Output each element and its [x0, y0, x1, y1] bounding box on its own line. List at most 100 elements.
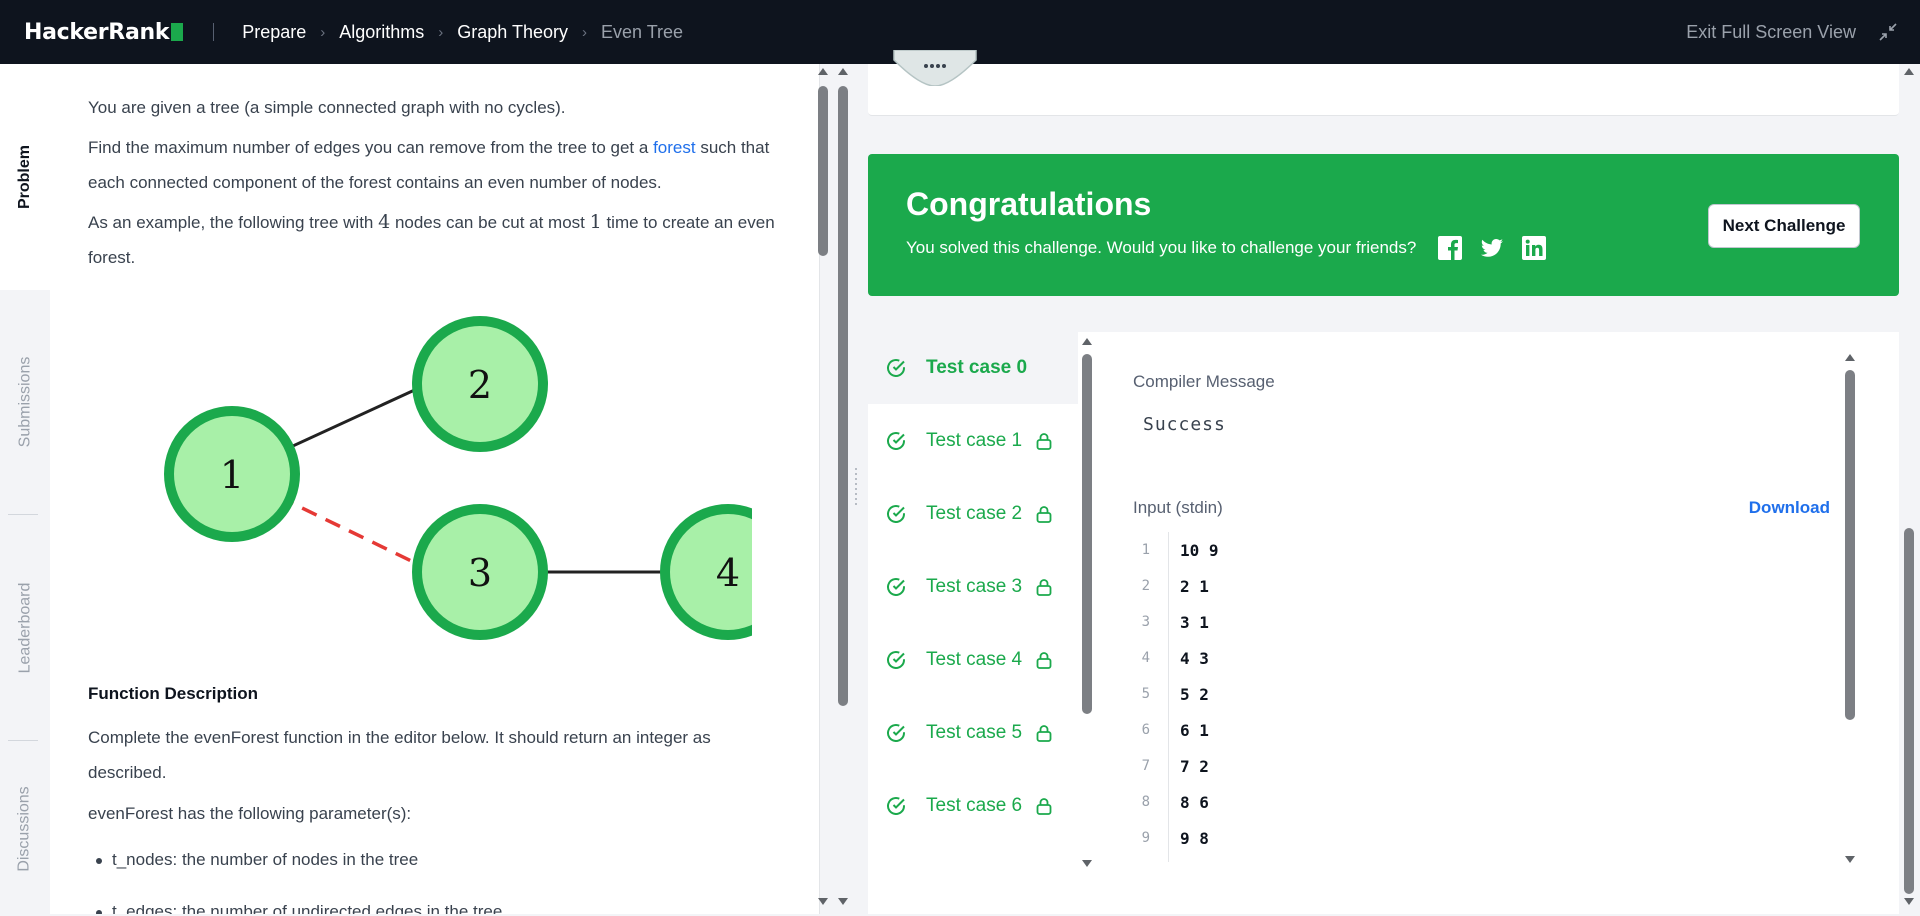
code-line: 9 9 8 [1130, 820, 1209, 856]
test-case-5[interactable]: Test case 5 [868, 697, 1078, 769]
check-circle-icon [887, 432, 905, 450]
code-line: 5 5 2 [1130, 676, 1209, 712]
scroll-thumb[interactable] [1904, 528, 1914, 894]
panel-resize-handle[interactable] [855, 468, 863, 508]
param-item: t_edges: the number of undirected edges … [95, 902, 502, 914]
badge-icon [893, 50, 977, 86]
scroll-down-arrow-icon[interactable] [818, 898, 828, 905]
test-output: Compiler Message Success Input (stdin) D… [1130, 332, 1860, 914]
vertical-tab-bar: Problem Submissions Leaderboard Discussi… [0, 64, 50, 916]
lock-icon [1036, 725, 1052, 742]
congratulations-subtitle: You solved this challenge. Would you lik… [906, 238, 1417, 257]
output-scrollbar[interactable] [1845, 354, 1855, 864]
line-number: 3 [1141, 614, 1150, 630]
example-tree-diagram: 1 2 3 4 [164, 316, 752, 640]
tree-node: 3 [412, 504, 548, 640]
line-content: 4 3 [1180, 648, 1209, 668]
check-circle-icon [887, 797, 905, 815]
scroll-down-arrow-icon[interactable] [1845, 856, 1855, 863]
scroll-up-arrow-icon[interactable] [1082, 338, 1092, 345]
exit-full-screen-link[interactable]: Exit Full Screen View [1686, 22, 1856, 43]
line-content: 2 1 [1180, 576, 1209, 596]
tab-submissions-label: Submissions [16, 356, 34, 448]
lock-icon [1036, 433, 1052, 450]
function-description-text: Complete the evenForest function in the … [88, 728, 711, 782]
chevron-right-icon: › [320, 23, 326, 41]
test-case-label: Test case 2 [926, 503, 1023, 524]
next-challenge-button[interactable]: Next Challenge [1708, 204, 1860, 248]
scroll-down-arrow-icon[interactable] [838, 898, 848, 905]
tree-node: 4 [660, 504, 752, 640]
download-link[interactable]: Download [1749, 498, 1830, 518]
scroll-thumb[interactable] [838, 86, 848, 706]
math-number: 4 [378, 211, 391, 233]
problem-scrollbar[interactable] [818, 68, 828, 908]
function-description-title: Function Description [88, 684, 258, 703]
tab-problem-label: Problem [16, 144, 34, 210]
page-scrollbar[interactable] [1904, 68, 1914, 908]
test-case-list: Test case 0 Test case 1 Test case 2 Test… [868, 332, 1078, 872]
lock-icon [1036, 506, 1052, 523]
test-case-label: Test case 3 [926, 576, 1023, 597]
test-case-6[interactable]: Test case 6 [868, 770, 1078, 842]
compiler-message: Success [1143, 414, 1226, 435]
code-line: 8 8 6 [1130, 784, 1209, 820]
test-case-3[interactable]: Test case 3 [868, 551, 1078, 623]
scroll-thumb[interactable] [1082, 354, 1092, 714]
line-content: 5 2 [1180, 684, 1209, 704]
line-number: 9 [1141, 830, 1150, 846]
breadcrumb-graph-theory[interactable]: Graph Theory [457, 22, 568, 43]
scroll-up-arrow-icon[interactable] [1845, 354, 1855, 361]
panel-scrollbar[interactable] [838, 68, 848, 908]
line-number: 7 [1141, 758, 1150, 774]
logo-block-icon [171, 23, 184, 41]
chevron-right-icon: › [438, 23, 444, 41]
code-gutter [1168, 532, 1169, 862]
test-case-0[interactable]: Test case 0 [868, 332, 1078, 404]
scroll-up-arrow-icon[interactable] [818, 68, 828, 75]
tab-submissions[interactable]: Submissions [0, 290, 50, 514]
scroll-down-arrow-icon[interactable] [1904, 898, 1914, 905]
test-case-label: Test case 6 [926, 795, 1023, 816]
problem-panel: You are given a tree (a simple connected… [50, 64, 820, 914]
tab-discussions-label: Discussions [16, 785, 34, 872]
check-circle-icon [887, 505, 905, 523]
linkedin-icon[interactable] [1522, 236, 1546, 260]
forest-link[interactable]: forest [653, 138, 696, 157]
scroll-down-arrow-icon[interactable] [1082, 860, 1092, 867]
line-content: 7 2 [1180, 756, 1209, 776]
line-content: 9 8 [1180, 828, 1209, 848]
problem-intro: You are given a tree (a simple connected… [88, 98, 566, 117]
tab-leaderboard[interactable]: Leaderboard [0, 515, 50, 740]
problem-text: nodes can be cut at most [394, 213, 585, 232]
hackerrank-logo[interactable]: HackerRank [24, 20, 184, 45]
scroll-up-arrow-icon[interactable] [838, 68, 848, 75]
scroll-thumb[interactable] [818, 86, 828, 256]
breadcrumb-algorithms[interactable]: Algorithms [339, 22, 424, 43]
test-case-1[interactable]: Test case 1 [868, 405, 1078, 477]
tab-discussions[interactable]: Discussions [0, 741, 50, 916]
line-number: 8 [1141, 794, 1150, 810]
twitter-icon[interactable] [1480, 236, 1504, 260]
line-number: 5 [1141, 686, 1150, 702]
tree-node-label: 2 [468, 363, 492, 407]
scroll-thumb[interactable] [1845, 370, 1855, 720]
params-intro: evenForest has the following parameter(s… [88, 804, 412, 823]
tree-node: 2 [412, 316, 548, 452]
test-case-label: Test case 0 [926, 357, 1028, 378]
test-case-scrollbar[interactable] [1082, 338, 1092, 868]
check-circle-icon [887, 724, 905, 742]
facebook-icon[interactable] [1438, 236, 1462, 260]
test-case-4[interactable]: Test case 4 [868, 624, 1078, 696]
problem-paragraph-2: Find the maximum number of edges you can… [88, 130, 788, 200]
compiler-message-label: Compiler Message [1133, 372, 1275, 391]
scroll-up-arrow-icon[interactable] [1904, 68, 1914, 75]
tab-problem[interactable]: Problem [0, 64, 50, 290]
breadcrumb-prepare[interactable]: Prepare [242, 22, 306, 43]
collapse-icon[interactable] [1878, 22, 1898, 42]
test-case-2[interactable]: Test case 2 [868, 478, 1078, 550]
test-case-label: Test case 1 [926, 430, 1023, 451]
tree-node-label: 4 [716, 551, 740, 595]
test-case-label: Test case 4 [926, 649, 1023, 670]
param-item: t_nodes: the number of nodes in the tree [95, 850, 419, 869]
